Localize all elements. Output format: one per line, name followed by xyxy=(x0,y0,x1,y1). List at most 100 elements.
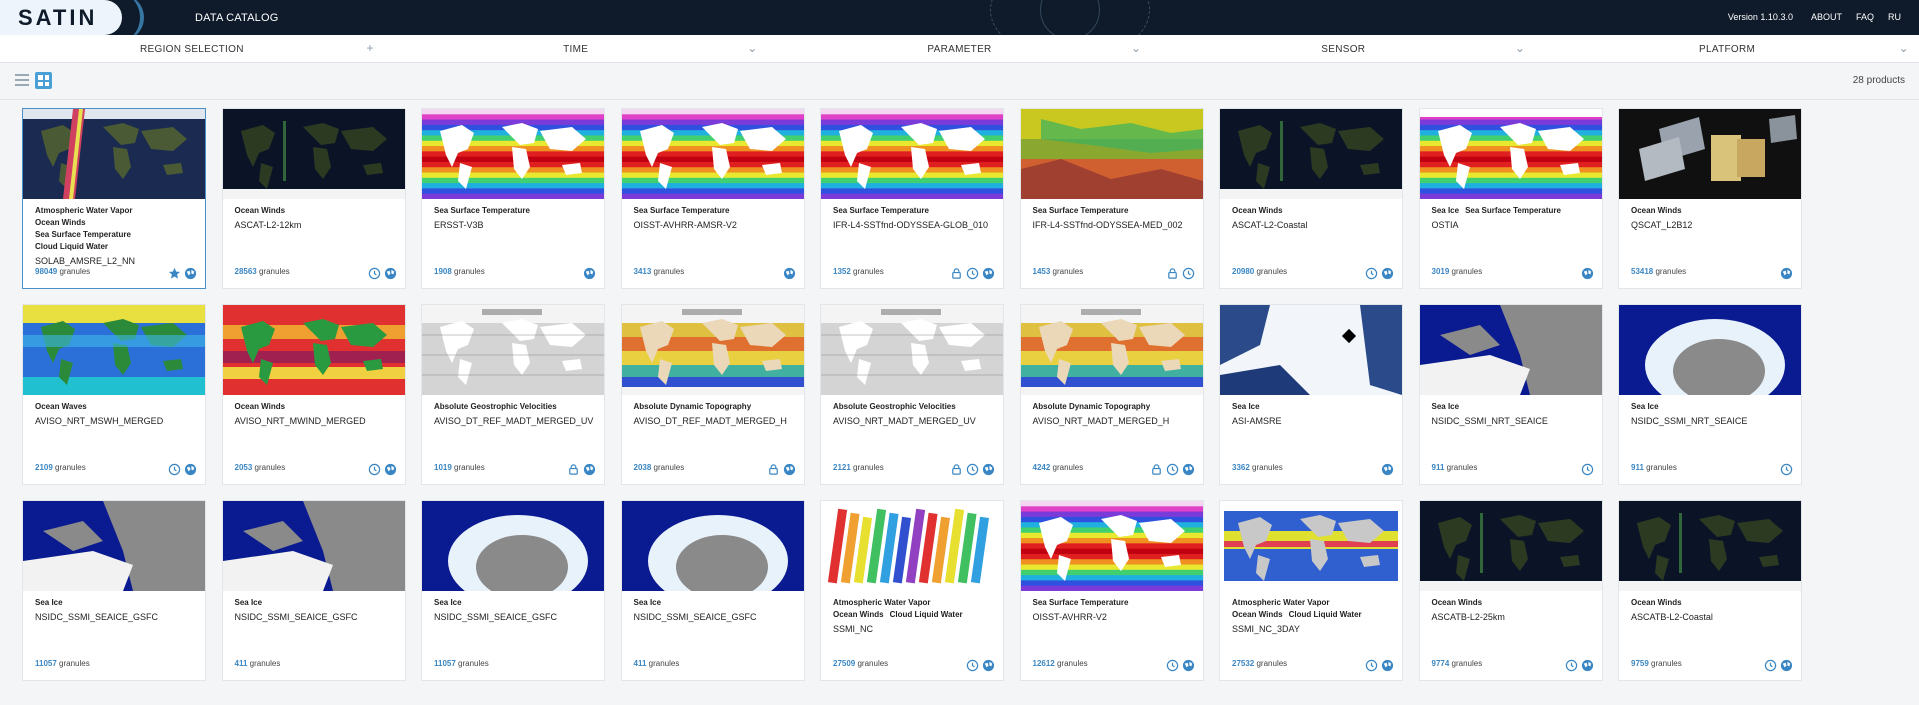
product-card[interactable]: Ocean Winds ASCAT-L2-Coastal 20980 granule… xyxy=(1219,108,1403,289)
globe-icon[interactable] xyxy=(982,267,995,280)
clock-icon[interactable] xyxy=(966,267,979,280)
chevron-down-icon[interactable]: ⌄ xyxy=(1515,41,1525,55)
globe-icon[interactable] xyxy=(1182,659,1195,672)
globe-icon[interactable] xyxy=(583,463,596,476)
product-thumbnail[interactable] xyxy=(821,501,1003,591)
clock-icon[interactable] xyxy=(966,463,979,476)
product-thumbnail[interactable] xyxy=(23,501,205,591)
product-name[interactable]: ASCAT-L2-Coastal xyxy=(1220,217,1402,232)
product-thumbnail[interactable] xyxy=(422,305,604,395)
product-thumbnail[interactable] xyxy=(23,305,205,395)
grid-view-icon[interactable] xyxy=(35,72,52,89)
filter-time[interactable]: TIME ⌄ xyxy=(384,35,768,63)
product-name[interactable]: SSMI_NC xyxy=(821,621,1003,636)
product-thumbnail[interactable] xyxy=(1619,305,1801,395)
filter-platform[interactable]: PLATFORM ⌄ xyxy=(1535,35,1919,63)
product-name[interactable]: AVISO_NRT_MSWH_MERGED xyxy=(23,413,205,428)
product-card[interactable]: Sea Surface Temperature ERSST-V3B 1908 gra… xyxy=(421,108,605,289)
clock-icon[interactable] xyxy=(966,659,979,672)
product-name[interactable]: AVISO_NRT_MADT_MERGED_UV xyxy=(821,413,1003,428)
product-name[interactable]: OISST-AVHRR-V2 xyxy=(1021,609,1203,624)
product-card[interactable]: Sea Ice NSIDC_SSMI_NRT_SEAICE 911 granules xyxy=(1618,304,1802,485)
star-icon[interactable] xyxy=(168,267,181,280)
product-thumbnail[interactable] xyxy=(621,501,804,591)
product-card[interactable]: Sea Ice NSIDC_SSMI_NRT_SEAICE 911 granules xyxy=(1418,304,1603,485)
product-card[interactable]: Ocean Winds ASCATB-L2-25km 9774 granules xyxy=(1418,500,1603,681)
chevron-down-icon[interactable]: ⌄ xyxy=(1899,41,1909,55)
product-card[interactable]: Absolute Geostrophic Velocities AVISO_DT_… xyxy=(421,304,605,485)
clock-icon[interactable] xyxy=(1166,659,1179,672)
globe-icon[interactable] xyxy=(783,267,796,280)
nav-language-link[interactable]: RU xyxy=(1888,12,1901,22)
product-name[interactable]: ERSST-V3B xyxy=(422,217,604,232)
globe-icon[interactable] xyxy=(583,267,596,280)
clock-icon[interactable] xyxy=(1565,659,1578,672)
globe-icon[interactable] xyxy=(184,463,197,476)
clock-icon[interactable] xyxy=(1581,463,1594,476)
globe-icon[interactable] xyxy=(1381,267,1394,280)
clock-icon[interactable] xyxy=(1365,659,1378,672)
product-thumbnail[interactable] xyxy=(422,501,604,591)
product-thumbnail[interactable] xyxy=(1419,501,1602,591)
product-card[interactable]: Absolute Dynamic Topography AVISO_NRT_MAD… xyxy=(1019,304,1204,485)
globe-icon[interactable] xyxy=(1581,267,1594,280)
product-thumbnail[interactable] xyxy=(1220,109,1402,199)
product-name[interactable]: NSIDC_SSMI_SEAICE_GSFC xyxy=(23,609,205,624)
product-card[interactable]: Sea Ice Sea Surface Temperature OSTIA 3019 … xyxy=(1418,108,1603,289)
product-card[interactable]: Atmospheric Water Vapor Ocean Winds Cloud … xyxy=(1219,500,1403,681)
product-name[interactable]: OSTIA xyxy=(1420,217,1602,232)
product-name[interactable]: NSIDC_SSMI_SEAICE_GSFC xyxy=(622,609,804,624)
product-card[interactable]: Sea Surface Temperature IFR-L4-SSTfnd-ODY… xyxy=(820,108,1004,289)
product-card[interactable]: Sea Ice NSIDC_SSMI_SEAICE_GSFC 411 granule… xyxy=(620,500,805,681)
product-card[interactable]: Sea Surface Temperature OISST-AVHRR-AMSR-… xyxy=(620,108,805,289)
product-name[interactable]: AVISO_DT_REF_MADT_MERGED_H xyxy=(622,413,804,428)
globe-icon[interactable] xyxy=(1381,463,1394,476)
list-view-icon[interactable] xyxy=(15,74,29,88)
product-thumbnail[interactable] xyxy=(821,109,1003,199)
product-card[interactable]: Ocean Winds ASCATB-L2-Coastal 9759 granule… xyxy=(1618,500,1802,681)
globe-icon[interactable] xyxy=(184,267,197,280)
product-name[interactable]: IFR-L4-SSTfnd-ODYSSEA-MED_002 xyxy=(1021,217,1203,232)
product-thumbnail[interactable] xyxy=(621,305,804,395)
product-thumbnail[interactable] xyxy=(222,109,405,199)
clock-icon[interactable] xyxy=(1166,463,1179,476)
filter-region-selection[interactable]: REGION SELECTION + xyxy=(0,35,384,63)
product-card[interactable]: Ocean Winds QSCAT_L2B12 53418 granules xyxy=(1618,108,1802,289)
lock-icon[interactable] xyxy=(767,463,780,476)
product-name[interactable]: ASCATB-L2-Coastal xyxy=(1619,609,1801,624)
product-card[interactable]: Absolute Dynamic Topography AVISO_DT_REF_… xyxy=(620,304,805,485)
product-card[interactable]: Ocean Waves AVISO_NRT_MSWH_MERGED 2109 gra… xyxy=(22,304,206,485)
product-name[interactable]: ASCATB-L2-25km xyxy=(1420,609,1602,624)
plus-icon[interactable]: + xyxy=(366,41,373,55)
clock-icon[interactable] xyxy=(368,267,381,280)
globe-icon[interactable] xyxy=(982,463,995,476)
filter-sensor[interactable]: SENSOR ⌄ xyxy=(1151,35,1535,63)
clock-icon[interactable] xyxy=(368,463,381,476)
product-name[interactable]: NSIDC_SSMI_SEAICE_GSFC xyxy=(223,609,405,624)
product-name[interactable]: AVISO_DT_REF_MADT_MERGED_UV xyxy=(422,413,604,428)
globe-icon[interactable] xyxy=(982,659,995,672)
product-thumbnail[interactable] xyxy=(222,501,405,591)
product-thumbnail[interactable] xyxy=(23,109,205,199)
product-card[interactable]: Atmospheric Water Vapor Ocean Winds Sea Su… xyxy=(22,108,206,289)
globe-icon[interactable] xyxy=(384,267,397,280)
clock-icon[interactable] xyxy=(1764,659,1777,672)
nav-faq-link[interactable]: FAQ xyxy=(1856,12,1874,22)
product-name[interactable]: ASCAT-L2-12km xyxy=(223,217,405,232)
product-thumbnail[interactable] xyxy=(1220,305,1402,395)
chevron-down-icon[interactable]: ⌄ xyxy=(747,41,757,55)
product-name[interactable]: OISST-AVHRR-AMSR-V2 xyxy=(622,217,804,232)
product-name[interactable]: ASI-AMSRE xyxy=(1220,413,1402,428)
clock-icon[interactable] xyxy=(1182,267,1195,280)
product-name[interactable]: SSMI_NC_3DAY xyxy=(1220,621,1402,636)
lock-icon[interactable] xyxy=(1166,267,1179,280)
product-name[interactable]: IFR-L4-SSTfnd-ODYSSEA-GLOB_010 xyxy=(821,217,1003,232)
lock-icon[interactable] xyxy=(950,267,963,280)
globe-icon[interactable] xyxy=(783,463,796,476)
product-card[interactable]: Sea Ice NSIDC_SSMI_SEAICE_GSFC 11057 granu… xyxy=(421,500,605,681)
lock-icon[interactable] xyxy=(950,463,963,476)
chevron-down-icon[interactable]: ⌄ xyxy=(1131,41,1141,55)
product-card[interactable]: Sea Ice ASI-AMSRE 3362 granules xyxy=(1219,304,1403,485)
product-thumbnail[interactable] xyxy=(222,305,405,395)
product-name[interactable]: SOLAB_AMSRE_L2_NN xyxy=(23,253,205,268)
